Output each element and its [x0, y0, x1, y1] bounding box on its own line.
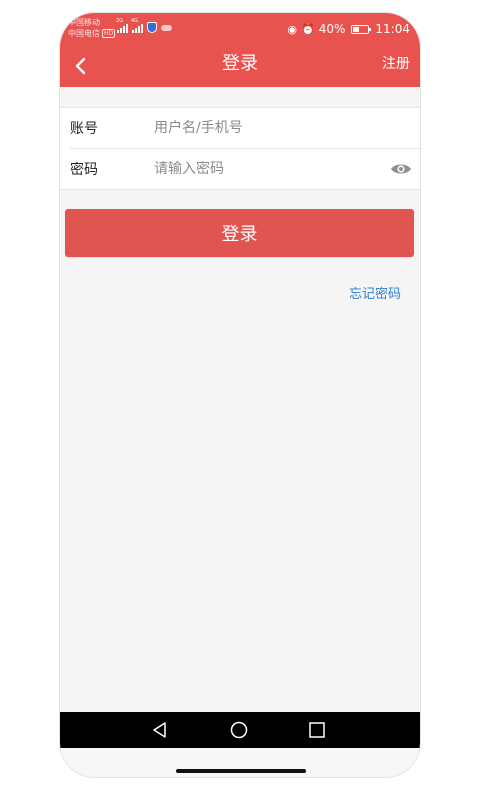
signal-icon: 4G — [131, 18, 143, 33]
page-title: 登录 — [222, 53, 258, 74]
eye-icon: ◉ — [287, 22, 298, 36]
hd-badge: HD — [102, 29, 116, 38]
phone-frame: 中国移动 中国电信 HD 2G 4G ◉ ⏰ 40% 11:04 登录 注册 账… — [59, 12, 421, 778]
network-type-2: 4G — [131, 18, 139, 24]
back-triangle-icon[interactable] — [151, 721, 169, 739]
shield-icon — [147, 22, 157, 33]
status-bar: 中国移动 中国电信 HD 2G 4G ◉ ⏰ 40% 11:04 — [60, 13, 420, 46]
account-input[interactable] — [154, 120, 420, 136]
account-row: 账号 — [60, 108, 420, 148]
signal-icon: 2G — [116, 18, 128, 33]
app-header: 登录 注册 — [60, 46, 420, 87]
clock-time: 11:04 — [375, 22, 410, 36]
system-nav-bar — [60, 712, 420, 748]
forgot-password-link[interactable]: 忘记密码 — [349, 283, 401, 302]
login-button[interactable]: 登录 — [65, 209, 414, 257]
battery-icon — [351, 24, 372, 34]
login-form: 账号 密码 — [60, 107, 420, 190]
home-indicator[interactable] — [176, 769, 306, 773]
carrier-info: 中国移动 中国电信 HD — [68, 17, 116, 39]
app-screen: 中国移动 中国电信 HD 2G 4G ◉ ⏰ 40% 11:04 登录 注册 账… — [60, 13, 420, 748]
battery-percent: 40% — [318, 22, 346, 36]
password-input[interactable] — [154, 161, 390, 177]
carrier-2-row: 中国电信 HD — [68, 28, 116, 39]
cloud-icon — [161, 25, 172, 31]
carrier-1: 中国移动 — [68, 18, 100, 27]
register-button[interactable]: 注册 — [382, 54, 410, 74]
signal-indicators: 2G 4G — [116, 18, 172, 33]
carrier-2: 中国电信 — [68, 29, 100, 38]
recents-square-icon[interactable] — [308, 721, 326, 739]
network-type-1: 2G — [116, 18, 124, 24]
password-label: 密码 — [70, 162, 98, 178]
status-right: ◉ ⏰ 40% 11:04 — [287, 22, 410, 36]
battery-fill — [353, 26, 360, 32]
password-row: 密码 — [70, 148, 420, 189]
account-label: 账号 — [70, 121, 98, 137]
eye-icon[interactable] — [390, 162, 412, 176]
home-circle-icon[interactable] — [230, 721, 248, 739]
alarm-icon: ⏰ — [301, 22, 315, 36]
